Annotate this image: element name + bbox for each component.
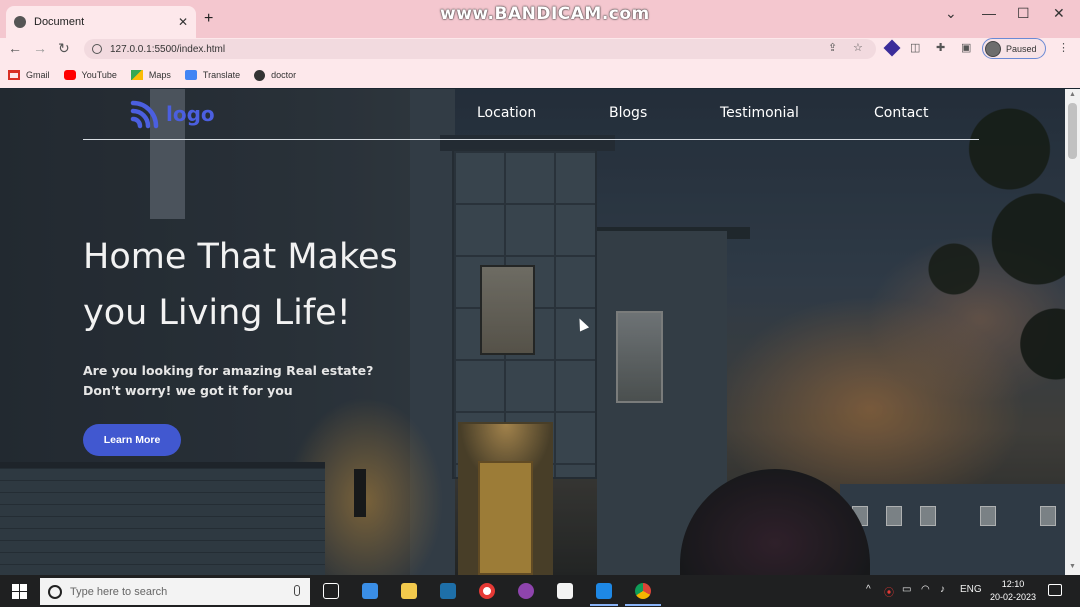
windows-taskbar: Type here to search ^ ⦿ ▭ ◠ ♪ ENG 12:10 …	[0, 575, 1080, 607]
url-text[interactable]: 127.0.0.1:5500/index.html	[110, 44, 225, 55]
microphone-icon[interactable]	[294, 585, 300, 596]
reload-icon[interactable]: ↻	[58, 40, 70, 57]
volume-icon[interactable]: ♪	[940, 584, 945, 595]
scrollbar-thumb[interactable]	[1068, 103, 1077, 159]
web-page: logo Location Blogs Testimonial Contact …	[0, 89, 1065, 575]
notification-icon[interactable]	[1048, 584, 1062, 596]
side-panel-icon[interactable]: ▣	[961, 41, 971, 54]
tab-search-icon[interactable]: ⌄	[945, 5, 957, 22]
app-arrow-icon[interactable]	[362, 583, 378, 599]
wifi-icon[interactable]: ◠	[921, 584, 930, 595]
profile-status: Paused	[1006, 43, 1037, 54]
browser-tab[interactable]: Document ✕	[6, 6, 196, 38]
tray-expand-icon[interactable]: ^	[866, 584, 871, 595]
taskbar-search[interactable]: Type here to search	[40, 578, 310, 605]
language-indicator[interactable]: ENG	[960, 584, 982, 595]
nav-blogs[interactable]: Blogs	[609, 105, 647, 121]
globe-icon	[254, 69, 266, 81]
site-logo[interactable]: logo	[130, 99, 215, 129]
globe-icon	[14, 16, 26, 28]
address-toolbar: ← → ↻ 127.0.0.1:5500/index.html ⇪ ☆ ◫ ✚ …	[0, 38, 1080, 62]
nav-divider	[83, 139, 979, 140]
bookmark-doctor[interactable]: doctor	[254, 69, 296, 81]
back-icon[interactable]: ←	[8, 40, 22, 56]
recorder-watermark: www.BANDICAM.com	[440, 4, 650, 24]
nav-location[interactable]: Location	[477, 105, 536, 121]
task-view-icon[interactable]	[323, 583, 339, 599]
bandicam-record-icon[interactable]	[479, 583, 495, 599]
chrome-icon[interactable]	[635, 583, 651, 599]
browser-tab-bar: Document ✕ + www.BANDICAM.com ⌄ — ☐ ✕	[0, 0, 1080, 38]
site-info-icon[interactable]	[92, 44, 102, 54]
vscode-icon[interactable]	[596, 583, 612, 599]
bookmark-gmail[interactable]: Gmail	[8, 70, 50, 80]
new-tab-icon[interactable]: +	[204, 10, 213, 28]
gmail-icon	[8, 70, 20, 80]
scroll-up-icon[interactable]: ▲	[1069, 91, 1076, 98]
bookmark-star-icon[interactable]: ☆	[853, 41, 863, 54]
address-bar[interactable]: 127.0.0.1:5500/index.html	[84, 39, 876, 59]
bookmarks-bar: Gmail YouTube Maps Translate doctor	[0, 62, 1080, 88]
search-placeholder: Type here to search	[70, 585, 168, 598]
close-tab-icon[interactable]: ✕	[178, 15, 188, 29]
close-window-icon[interactable]: ✕	[1053, 5, 1065, 22]
taskbar-clock[interactable]: 12:10 20-02-2023	[988, 578, 1038, 604]
menu-kebab-icon[interactable]: ⋮	[1058, 41, 1069, 54]
file-explorer-icon[interactable]	[401, 583, 417, 599]
maps-icon	[130, 70, 143, 80]
translate-icon	[184, 70, 197, 80]
maximize-icon[interactable]: ☐	[1017, 5, 1030, 22]
nav-testimonial[interactable]: Testimonial	[720, 105, 799, 121]
forward-icon[interactable]: →	[33, 40, 47, 56]
cortana-icon	[48, 584, 62, 599]
rss-logo-icon	[130, 100, 159, 129]
extension-purple-icon[interactable]	[883, 39, 901, 57]
windows-start-icon[interactable]	[12, 584, 27, 599]
store-icon[interactable]	[557, 583, 573, 599]
nav-contact[interactable]: Contact	[874, 105, 928, 121]
hero-title: Home That Makes you Living Life!	[83, 237, 398, 333]
profile-button[interactable]: Paused	[982, 38, 1046, 59]
logo-text: logo	[166, 102, 215, 126]
terminal-app-icon[interactable]	[440, 583, 456, 599]
screenshot-extension-icon[interactable]: ◫	[910, 41, 920, 54]
scroll-down-icon[interactable]: ▼	[1069, 563, 1076, 570]
avatar	[985, 40, 1001, 57]
bookmark-maps[interactable]: Maps	[130, 70, 171, 80]
github-desktop-icon[interactable]	[518, 583, 534, 599]
page-scrollbar[interactable]: ▲ ▼	[1065, 89, 1080, 575]
youtube-icon	[63, 70, 76, 80]
share-icon[interactable]: ⇪	[828, 41, 837, 54]
tray-battery-icon[interactable]: ▭	[902, 584, 911, 595]
tray-record-icon[interactable]: ⦿	[884, 584, 894, 599]
hero-subtitle: Are you looking for amazing Real estate?…	[83, 363, 374, 398]
bookmark-translate[interactable]: Translate	[184, 70, 240, 80]
minimize-icon[interactable]: —	[982, 5, 996, 21]
learn-more-button[interactable]: Learn More	[83, 424, 181, 456]
tab-title: Document	[34, 16, 85, 28]
extensions-puzzle-icon[interactable]: ✚	[936, 41, 945, 54]
bookmark-youtube[interactable]: YouTube	[63, 70, 117, 80]
